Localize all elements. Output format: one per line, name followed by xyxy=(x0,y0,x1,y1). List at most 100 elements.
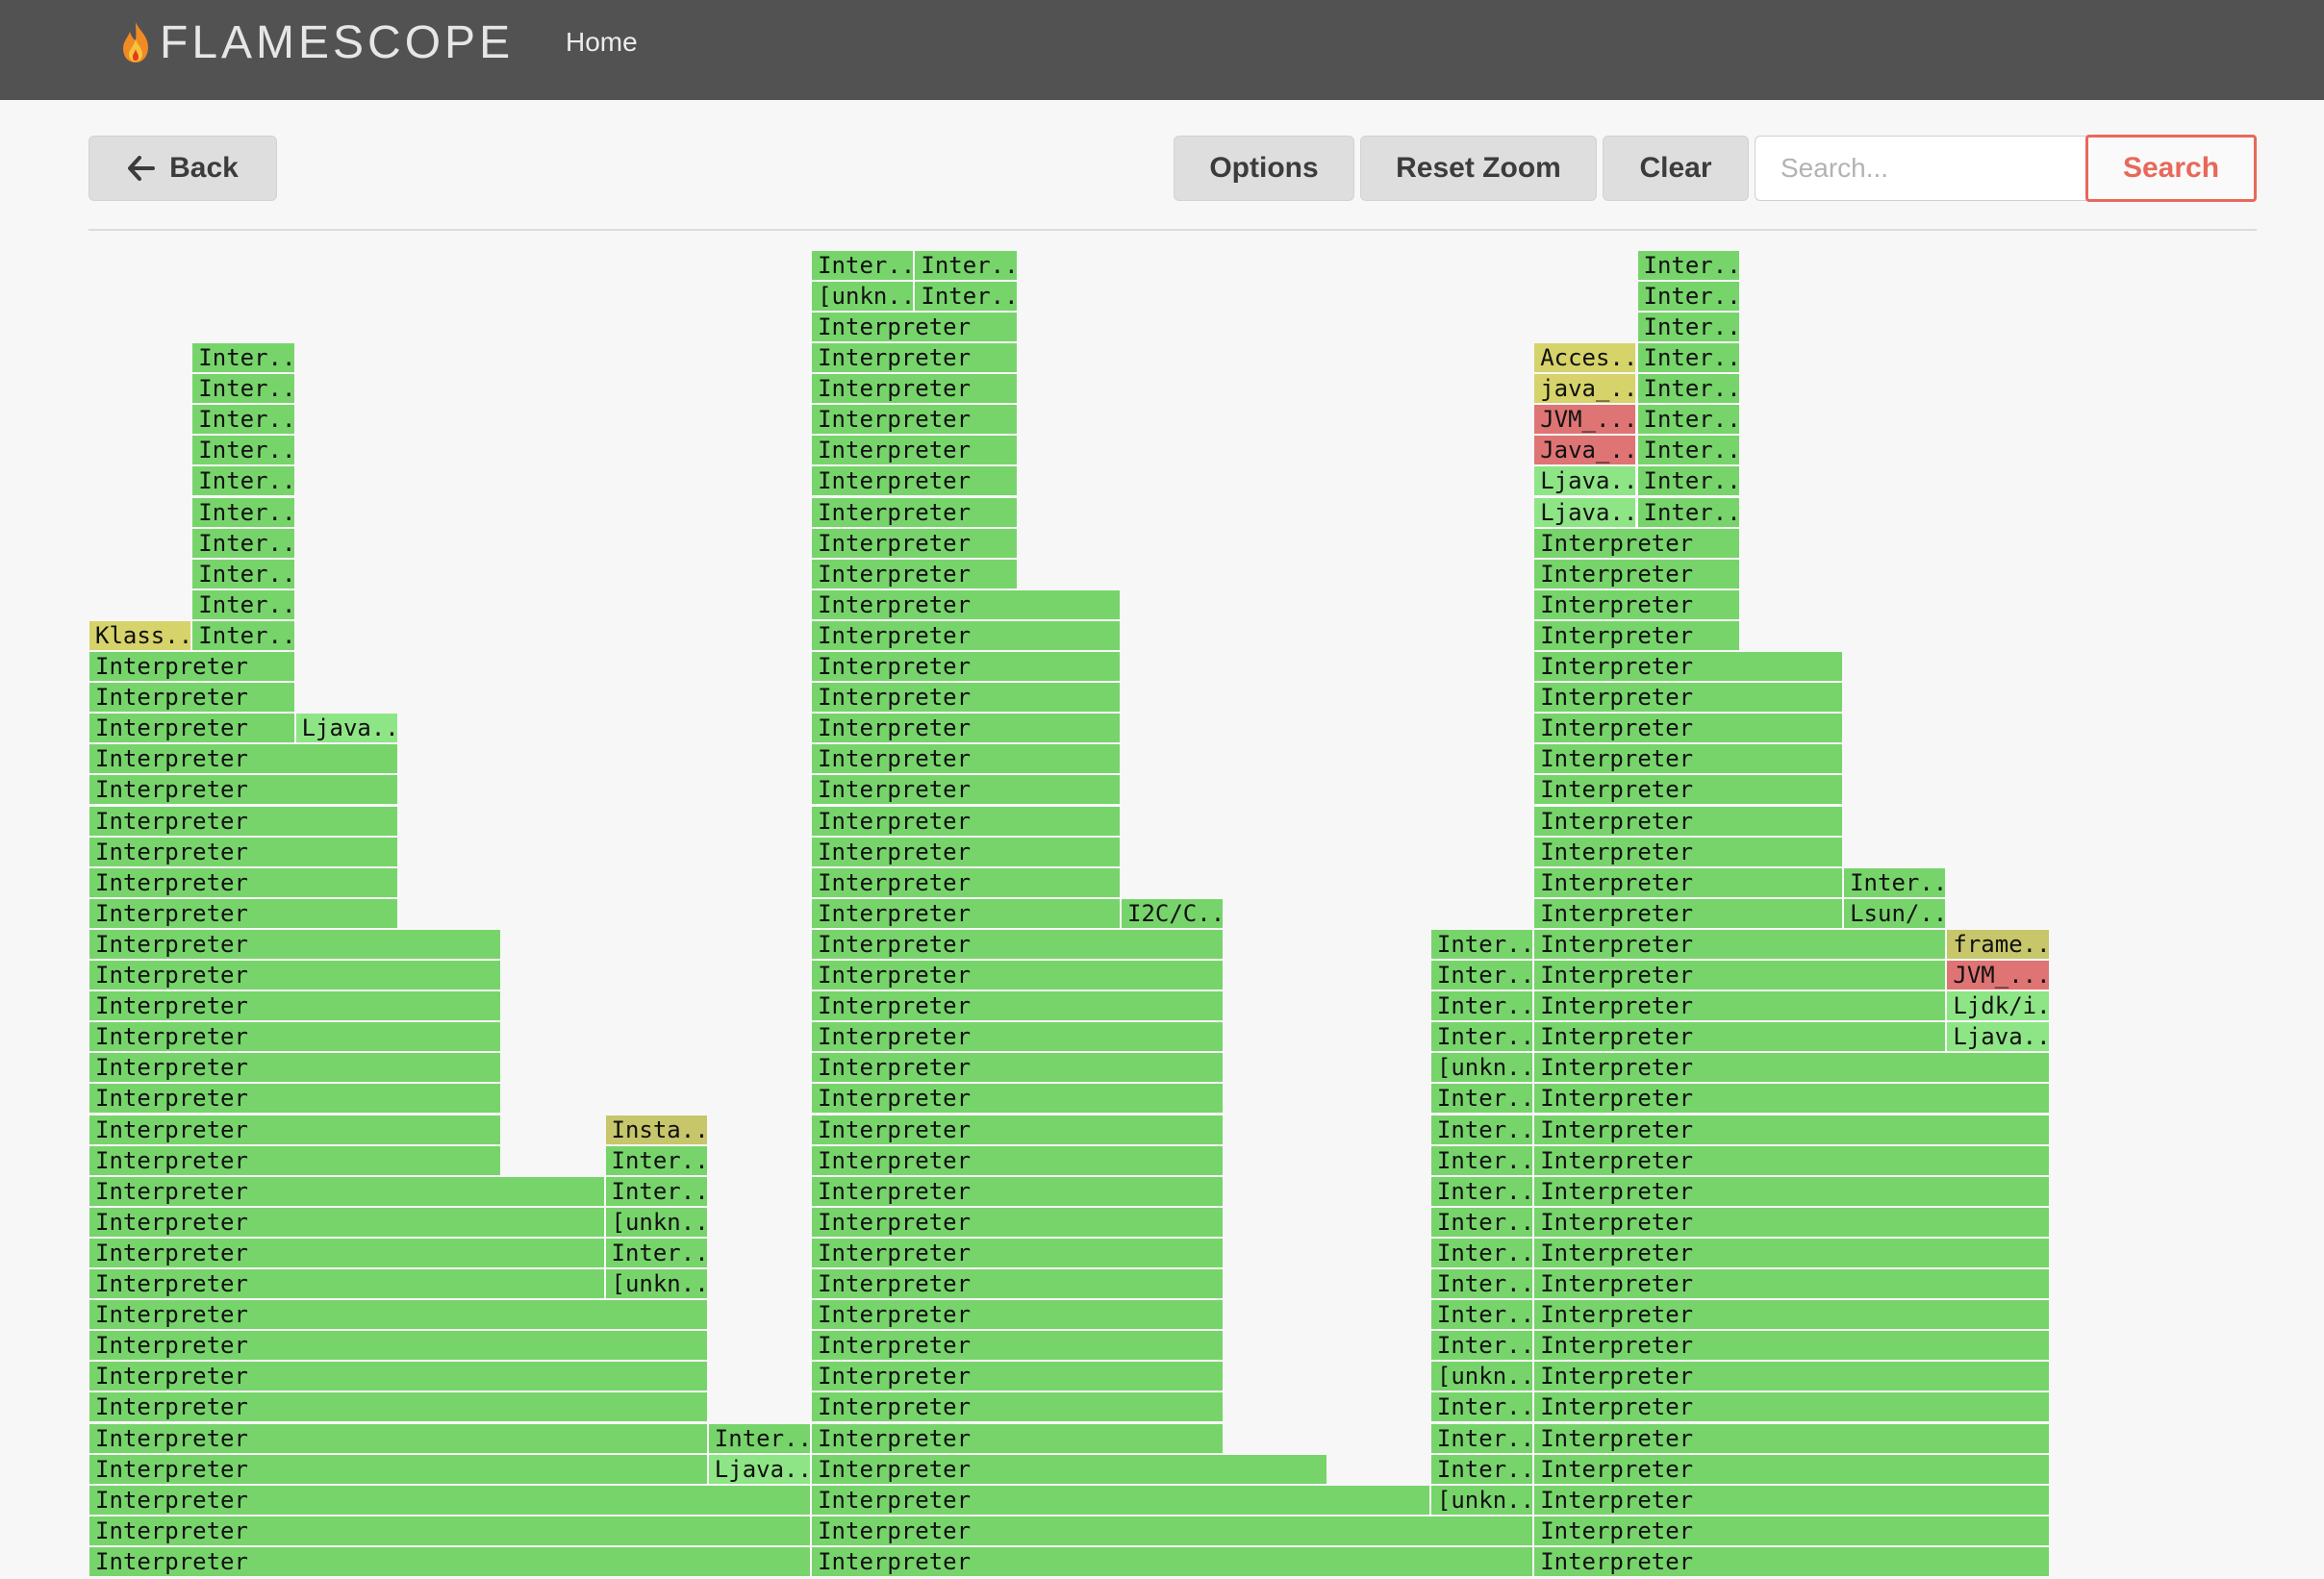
flame-frame[interactable]: Inter... xyxy=(1429,960,1534,991)
flame-frame[interactable]: Interpreter xyxy=(88,743,398,775)
flame-frame[interactable]: Interpreter xyxy=(88,1021,502,1053)
flame-frame[interactable]: Interpreter xyxy=(1533,1515,2050,1546)
flame-frame[interactable]: Interpreter xyxy=(1533,866,1844,898)
flame-frame[interactable]: Interpreter xyxy=(811,435,1018,466)
flame-frame[interactable]: Inter... xyxy=(1636,249,1740,281)
search-button[interactable]: Search xyxy=(2085,135,2257,202)
flame-frame[interactable]: [unkn... xyxy=(811,280,915,312)
flame-frame[interactable]: Interpreter xyxy=(811,743,1121,775)
flame-frame[interactable]: Interpreter xyxy=(88,1237,605,1268)
flame-frame[interactable]: Interpreter xyxy=(811,1114,1225,1145)
options-button[interactable]: Options xyxy=(1174,136,1354,201)
flame-frame[interactable]: Inter... xyxy=(1429,1330,1534,1362)
flame-frame[interactable]: Interpreter xyxy=(811,619,1121,651)
clear-button[interactable]: Clear xyxy=(1603,136,1749,201)
flame-frame[interactable]: Ljava... xyxy=(1533,496,1637,528)
flame-frame[interactable]: Interpreter xyxy=(88,713,295,744)
flame-frame[interactable]: Interpreter xyxy=(1533,682,1844,714)
flame-frame[interactable]: [unkn... xyxy=(604,1206,708,1238)
flame-frame[interactable]: Interpreter xyxy=(1533,1021,1947,1053)
flame-frame[interactable]: Interpreter xyxy=(88,1144,502,1176)
flame-frame[interactable]: Interpreter xyxy=(811,1330,1225,1362)
flame-frame[interactable]: Inter... xyxy=(1429,1299,1534,1331)
flame-frame[interactable]: Interpreter xyxy=(811,1021,1225,1053)
flame-frame[interactable]: Interpreter xyxy=(811,1515,1534,1546)
flame-frame[interactable]: Inter... xyxy=(191,342,295,374)
flame-frame[interactable]: Interpreter xyxy=(811,496,1018,528)
flame-frame[interactable]: Inter... xyxy=(1429,1021,1534,1053)
flame-frame[interactable]: Klass... xyxy=(88,619,192,651)
flame-frame[interactable]: Inter... xyxy=(1429,1237,1534,1268)
flame-frame[interactable]: Interpreter xyxy=(811,774,1121,806)
flame-frame[interactable]: [unkn... xyxy=(1429,1361,1534,1392)
flame-frame[interactable]: Interpreter xyxy=(811,1083,1225,1115)
flame-frame[interactable]: Interpreter xyxy=(1533,1114,2050,1145)
flame-frame[interactable]: Interpreter xyxy=(811,651,1121,683)
reset-zoom-button[interactable]: Reset Zoom xyxy=(1360,136,1597,201)
flame-frame[interactable]: Interpreter xyxy=(811,1144,1225,1176)
flame-frame[interactable]: Interpreter xyxy=(1533,619,1740,651)
flame-frame[interactable]: Interpreter xyxy=(1533,1237,2050,1268)
flame-frame[interactable]: Interpreter xyxy=(88,682,295,714)
flame-frame[interactable]: Interpreter xyxy=(88,1083,502,1115)
flame-frame[interactable]: Interpreter xyxy=(88,651,295,683)
flame-frame[interactable]: Inter... xyxy=(811,249,915,281)
flame-frame[interactable]: Interpreter xyxy=(88,1175,605,1207)
flame-frame[interactable]: Inter... xyxy=(604,1144,708,1176)
flame-frame[interactable]: Interpreter xyxy=(88,928,502,960)
flame-frame[interactable]: Interpreter xyxy=(88,1330,708,1362)
flame-frame[interactable]: Interpreter xyxy=(1533,1299,2050,1331)
flame-frame[interactable]: Interpreter xyxy=(88,1484,812,1516)
flame-frame[interactable]: Interpreter xyxy=(88,1453,708,1485)
flame-frame[interactable]: Interpreter xyxy=(1533,805,1844,837)
flame-frame[interactable]: Interpreter xyxy=(811,836,1121,867)
flame-frame[interactable]: Interpreter xyxy=(811,897,1121,929)
flame-frame[interactable]: Inter... xyxy=(1636,496,1740,528)
flame-frame[interactable]: [unkn... xyxy=(1429,1484,1534,1516)
flame-frame[interactable]: Inter... xyxy=(1636,311,1740,342)
flame-frame[interactable]: Interpreter xyxy=(811,1268,1225,1300)
flame-frame[interactable]: Ljava... xyxy=(294,713,398,744)
flame-frame[interactable]: Interpreter xyxy=(1533,1175,2050,1207)
flame-frame[interactable]: Interpreter xyxy=(1533,1545,2050,1577)
flame-frame[interactable]: Interpreter xyxy=(88,1545,812,1577)
flame-frame[interactable]: Interpreter xyxy=(811,404,1018,436)
flame-frame[interactable]: Interpreter xyxy=(811,1206,1225,1238)
flame-frame[interactable]: Interpreter xyxy=(1533,1361,2050,1392)
flame-frame[interactable]: Interpreter xyxy=(88,1299,708,1331)
flame-frame[interactable]: Inter... xyxy=(191,589,295,620)
flame-frame[interactable]: Interpreter xyxy=(811,928,1225,960)
flame-frame[interactable]: Interpreter xyxy=(1533,1422,2050,1454)
flame-frame[interactable]: Interpreter xyxy=(811,527,1018,559)
flame-frame[interactable]: JVM_... xyxy=(1946,960,2050,991)
flame-frame[interactable]: Interpreter xyxy=(811,1545,1534,1577)
flame-frame[interactable]: Interpreter xyxy=(811,311,1018,342)
flame-frame[interactable]: Inter... xyxy=(1636,465,1740,497)
flame-frame[interactable]: Interpreter xyxy=(811,866,1121,898)
flame-frame[interactable]: Interpreter xyxy=(1533,527,1740,559)
flame-frame[interactable]: Interpreter xyxy=(1533,1052,2050,1084)
flame-frame[interactable]: Interpreter xyxy=(811,1052,1225,1084)
flame-frame[interactable]: Inter... xyxy=(1636,342,1740,374)
flame-frame[interactable]: Inter... xyxy=(191,558,295,589)
flame-frame[interactable]: Inter... xyxy=(914,280,1018,312)
flame-frame[interactable]: Interpreter xyxy=(88,990,502,1022)
flame-frame[interactable]: Inter... xyxy=(604,1175,708,1207)
nav-home-link[interactable]: Home xyxy=(566,27,638,58)
flame-frame[interactable]: Inter... xyxy=(191,496,295,528)
brand[interactable]: FLAMESCOPE xyxy=(119,13,514,71)
flame-frame[interactable]: Inter... xyxy=(1429,928,1534,960)
flame-frame[interactable]: Interpreter xyxy=(88,1515,812,1546)
flame-frame[interactable]: Interpreter xyxy=(1533,1206,2050,1238)
flame-frame[interactable]: Ljava... xyxy=(707,1453,812,1485)
flame-frame[interactable]: Ljava... xyxy=(1533,465,1637,497)
flame-frame[interactable]: Interpreter xyxy=(88,1114,502,1145)
flame-frame[interactable]: Inter... xyxy=(191,527,295,559)
flame-frame[interactable]: Interpreter xyxy=(1533,589,1740,620)
flame-frame[interactable]: java_... xyxy=(1533,373,1637,405)
flame-frame[interactable]: Interpreter xyxy=(1533,1083,2050,1115)
flame-frame[interactable]: Inter... xyxy=(191,404,295,436)
flame-frame[interactable]: Interpreter xyxy=(1533,558,1740,589)
flame-frame[interactable]: Inter... xyxy=(1843,866,1947,898)
flame-frame[interactable]: Interpreter xyxy=(811,342,1018,374)
